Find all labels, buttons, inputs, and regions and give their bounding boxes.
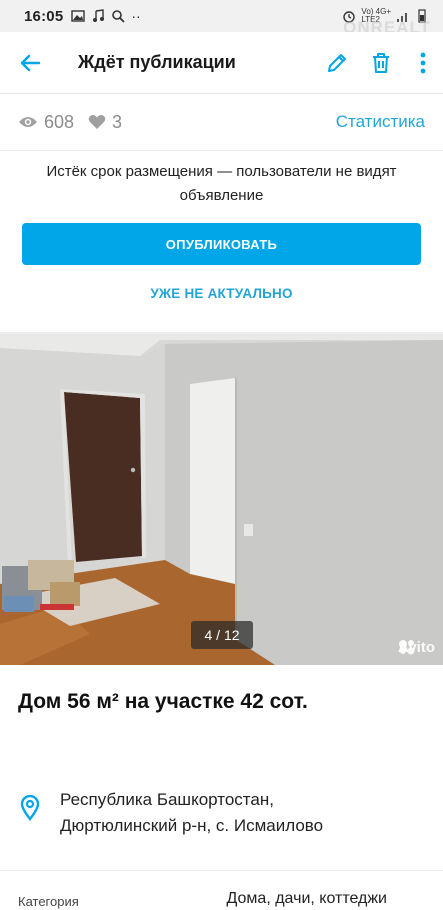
status-notification-icons: ·· [71, 8, 141, 24]
expired-notice-text: Истёк срок размещения — пользователи не … [46, 163, 397, 204]
views-stat: 608 [18, 112, 74, 133]
avito-logo-icon [399, 640, 415, 655]
photo-counter: 4 / 12 [191, 621, 253, 649]
category-label: Категория [18, 894, 79, 909]
category-row: Категория Дома, дачи, коттеджи [0, 890, 443, 909]
location-region: Республика Башкортостан, [60, 790, 274, 809]
delete-button[interactable] [359, 32, 403, 94]
edit-button[interactable] [315, 32, 359, 94]
expired-notice: Истёк срок размещения — пользователи не … [0, 152, 443, 332]
more-vertical-icon [420, 52, 426, 73]
pencil-icon [328, 53, 346, 72]
more-notifications-icon: ·· [131, 8, 141, 24]
location-district: Дюртюлинский р-н, с. Исмаилово [60, 816, 324, 835]
status-time: 16:05 [24, 7, 64, 25]
gallery-icon [71, 10, 86, 22]
divider [0, 870, 443, 871]
page-title: Ждёт публикации [78, 52, 236, 72]
listing-location: Республика Башкортостан, Дюртюлинский р-… [18, 787, 438, 839]
likes-count: 3 [112, 111, 123, 132]
room-photo-illustration [0, 334, 443, 665]
location-pin-icon [20, 795, 40, 821]
location-text: Республика Башкортостан, Дюртюлинский р-… [60, 787, 323, 839]
arrow-left-icon [20, 54, 41, 71]
likes-stat: 3 [88, 112, 122, 133]
listing-photo[interactable]: 4 / 12 Avito [0, 334, 443, 665]
back-button[interactable] [0, 32, 60, 94]
avito-watermark: Avito [398, 639, 435, 656]
app-bar: Ждёт публикации [0, 32, 443, 94]
listing-title: Дом 56 м² на участке 42 сот. [18, 690, 308, 713]
stats-row: 608 3 Статистика [0, 94, 443, 151]
more-options-button[interactable] [403, 32, 443, 94]
search-icon [112, 10, 126, 23]
heart-icon [88, 115, 106, 129]
status-bar: 16:05 ·· Vo) 4G+ LTE2 ONREALT [0, 0, 443, 37]
views-count: 608 [44, 111, 75, 132]
music-icon [93, 9, 105, 22]
eye-icon [19, 117, 37, 127]
statistics-link[interactable]: Статистика [336, 112, 425, 132]
category-value: Дома, дачи, коттеджи [226, 890, 387, 907]
no-longer-relevant-button[interactable]: УЖЕ НЕ АКТУАЛЬНО [0, 286, 443, 301]
trash-icon [373, 52, 389, 73]
publish-button[interactable]: ОПУБЛИКОВАТЬ [22, 223, 421, 265]
